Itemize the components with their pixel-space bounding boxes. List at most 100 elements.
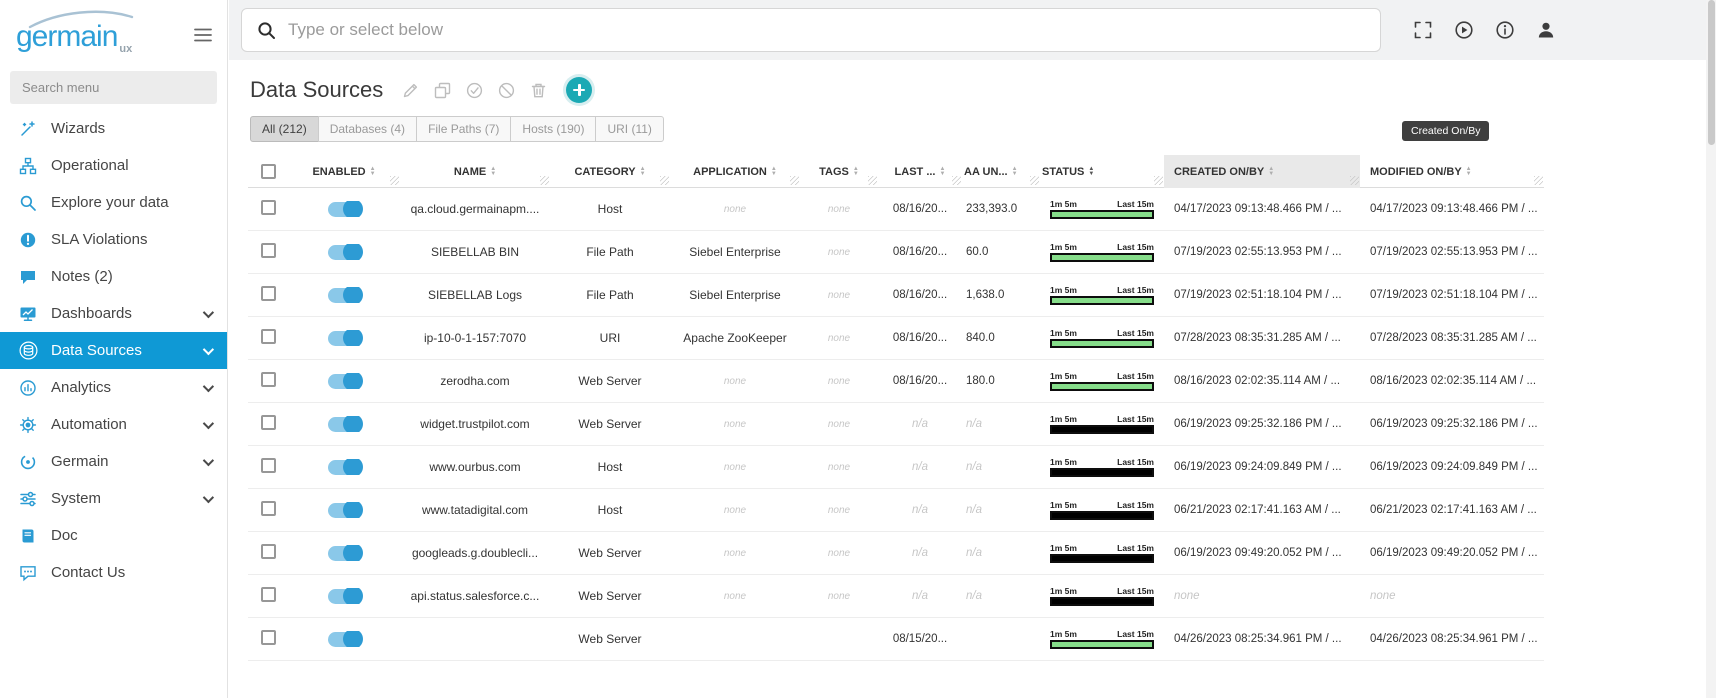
add-data-source-button[interactable] xyxy=(566,77,592,103)
column-header-aa[interactable]: AA UN...▲▼ xyxy=(962,155,1040,188)
column-header-category[interactable]: CATEGORY▲▼ xyxy=(550,155,670,188)
enabled-toggle[interactable] xyxy=(328,417,360,432)
sidebar-item-analytics[interactable]: Analytics xyxy=(0,369,227,406)
column-header-modified-on-by[interactable]: MODIFIED ON/BY▲▼ xyxy=(1360,155,1544,188)
tab-uri[interactable]: URI (11) xyxy=(595,116,663,142)
enabled-toggle[interactable] xyxy=(328,331,360,346)
table-row[interactable]: zerodha.com Web Server none none 08/16/2… xyxy=(248,360,1544,403)
table-row[interactable]: www.ourbus.com Host none none n/a n/a 1m… xyxy=(248,446,1544,489)
column-header-application[interactable]: APPLICATION▲▼ xyxy=(670,155,800,188)
user-icon[interactable] xyxy=(1536,20,1556,40)
row-checkbox[interactable] xyxy=(261,501,276,516)
column-resize-handle[interactable] xyxy=(1350,176,1359,185)
sort-icon[interactable]: ▲▼ xyxy=(1012,167,1018,176)
clone-icon[interactable] xyxy=(434,82,451,99)
table-row[interactable]: SIEBELLAB Logs File Path Siebel Enterpri… xyxy=(248,274,1544,317)
column-resize-handle[interactable] xyxy=(952,176,961,185)
sidebar-item-operational[interactable]: Operational xyxy=(0,147,227,184)
table-row[interactable]: qa.cloud.germainapm.... Host none none 0… xyxy=(248,188,1544,231)
enabled-toggle[interactable] xyxy=(328,245,360,260)
enabled-toggle[interactable] xyxy=(328,374,360,389)
column-header-created-on-by[interactable]: CREATED ON/BY▲▼ xyxy=(1164,155,1360,188)
sort-icon[interactable]: ▲▼ xyxy=(1268,167,1274,176)
column-resize-handle[interactable] xyxy=(868,176,877,185)
row-checkbox[interactable] xyxy=(261,630,276,645)
table-row[interactable]: api.status.salesforce.c... Web Server no… xyxy=(248,575,1544,618)
menu-search-input[interactable] xyxy=(10,71,217,104)
enabled-toggle[interactable] xyxy=(328,202,360,217)
enabled-toggle[interactable] xyxy=(328,288,360,303)
tab-hosts[interactable]: Hosts (190) xyxy=(510,116,596,142)
sort-icon[interactable]: ▲▼ xyxy=(1466,167,1472,176)
tab-all[interactable]: All (212) xyxy=(250,116,319,142)
row-checkbox[interactable] xyxy=(261,544,276,559)
row-checkbox[interactable] xyxy=(261,587,276,602)
row-checkbox[interactable] xyxy=(261,415,276,430)
global-search-bar[interactable] xyxy=(241,8,1381,52)
sidebar-item-system[interactable]: System xyxy=(0,480,227,517)
row-checkbox[interactable] xyxy=(261,458,276,473)
sidebar-item-contact-us[interactable]: Contact Us xyxy=(0,554,227,591)
global-search-input[interactable] xyxy=(288,20,1365,40)
sort-icon[interactable]: ▲▼ xyxy=(940,167,946,176)
approve-icon[interactable] xyxy=(466,82,483,99)
table-row[interactable]: widget.trustpilot.com Web Server none no… xyxy=(248,403,1544,446)
table-row[interactable]: googleads.g.doublecli... Web Server none… xyxy=(248,532,1544,575)
info-circle-icon[interactable] xyxy=(1495,20,1515,40)
column-header-status[interactable]: STATUS▲▼ xyxy=(1040,155,1164,188)
sort-icon[interactable]: ▲▼ xyxy=(1088,167,1094,176)
column-resize-handle[interactable] xyxy=(1534,176,1543,185)
hamburger-icon[interactable] xyxy=(193,26,213,49)
enabled-toggle[interactable] xyxy=(328,460,360,475)
row-checkbox[interactable] xyxy=(261,200,276,215)
sidebar-item-sla-violations[interactable]: SLA Violations xyxy=(0,221,227,258)
column-resize-handle[interactable] xyxy=(1154,176,1163,185)
row-checkbox[interactable] xyxy=(261,286,276,301)
table-row[interactable]: www.tatadigital.com Host none none n/a n… xyxy=(248,489,1544,532)
sidebar-item-wizards[interactable]: Wizards xyxy=(0,110,227,147)
column-resize-handle[interactable] xyxy=(660,176,669,185)
disable-icon[interactable] xyxy=(498,82,515,99)
column-resize-handle[interactable] xyxy=(790,176,799,185)
tab-file-paths[interactable]: File Paths (7) xyxy=(416,116,511,142)
enabled-toggle[interactable] xyxy=(328,546,360,561)
sidebar-item-dashboards[interactable]: Dashboards xyxy=(0,295,227,332)
select-all-checkbox[interactable] xyxy=(261,164,276,179)
row-checkbox[interactable] xyxy=(261,329,276,344)
play-circle-icon[interactable] xyxy=(1454,20,1474,40)
table-row[interactable]: SIEBELLAB BIN File Path Siebel Enterpris… xyxy=(248,231,1544,274)
scrollbar-thumb[interactable] xyxy=(1708,0,1715,145)
tab-databases[interactable]: Databases (4) xyxy=(318,116,417,142)
column-header-tags[interactable]: TAGS▲▼ xyxy=(800,155,878,188)
column-header-name[interactable]: NAME▲▼ xyxy=(400,155,550,188)
delete-icon[interactable] xyxy=(530,82,547,99)
sort-icon[interactable]: ▲▼ xyxy=(490,167,496,176)
column-resize-handle[interactable] xyxy=(1030,176,1039,185)
sort-icon[interactable]: ▲▼ xyxy=(370,167,376,176)
sidebar-item-data-sources[interactable]: Data Sources xyxy=(0,332,227,369)
row-checkbox[interactable] xyxy=(261,243,276,258)
enabled-toggle[interactable] xyxy=(328,632,360,647)
sidebar-item-explore-your-data[interactable]: Explore your data xyxy=(0,184,227,221)
column-resize-handle[interactable] xyxy=(390,176,399,185)
column-label: ENABLED xyxy=(312,166,365,178)
fullscreen-icon[interactable] xyxy=(1413,20,1433,40)
sidebar-item-doc[interactable]: Doc xyxy=(0,517,227,554)
sort-icon[interactable]: ▲▼ xyxy=(853,167,859,176)
sort-icon[interactable]: ▲▼ xyxy=(771,167,777,176)
enabled-toggle[interactable] xyxy=(328,589,360,604)
sidebar-item-automation[interactable]: Automation xyxy=(0,406,227,443)
vertical-scrollbar[interactable] xyxy=(1706,0,1716,698)
column-header-enabled[interactable]: ENABLED ▲▼ xyxy=(288,155,400,188)
table-row[interactable]: ip-10-0-1-157:7070 URI Apache ZooKeeper … xyxy=(248,317,1544,360)
column-header-last[interactable]: LAST ...▲▼ xyxy=(878,155,962,188)
sidebar-item-germain[interactable]: Germain xyxy=(0,443,227,480)
sidebar-item-notes[interactable]: Notes (2) xyxy=(0,258,227,295)
sort-icon[interactable]: ▲▼ xyxy=(640,167,646,176)
germain-logo[interactable]: germainux xyxy=(16,12,132,55)
column-resize-handle[interactable] xyxy=(540,176,549,185)
row-checkbox[interactable] xyxy=(261,372,276,387)
enabled-toggle[interactable] xyxy=(328,503,360,518)
table-row[interactable]: Web Server 08/15/20... 1m 5mLast 15m 04/… xyxy=(248,618,1544,661)
edit-icon[interactable] xyxy=(402,82,419,99)
